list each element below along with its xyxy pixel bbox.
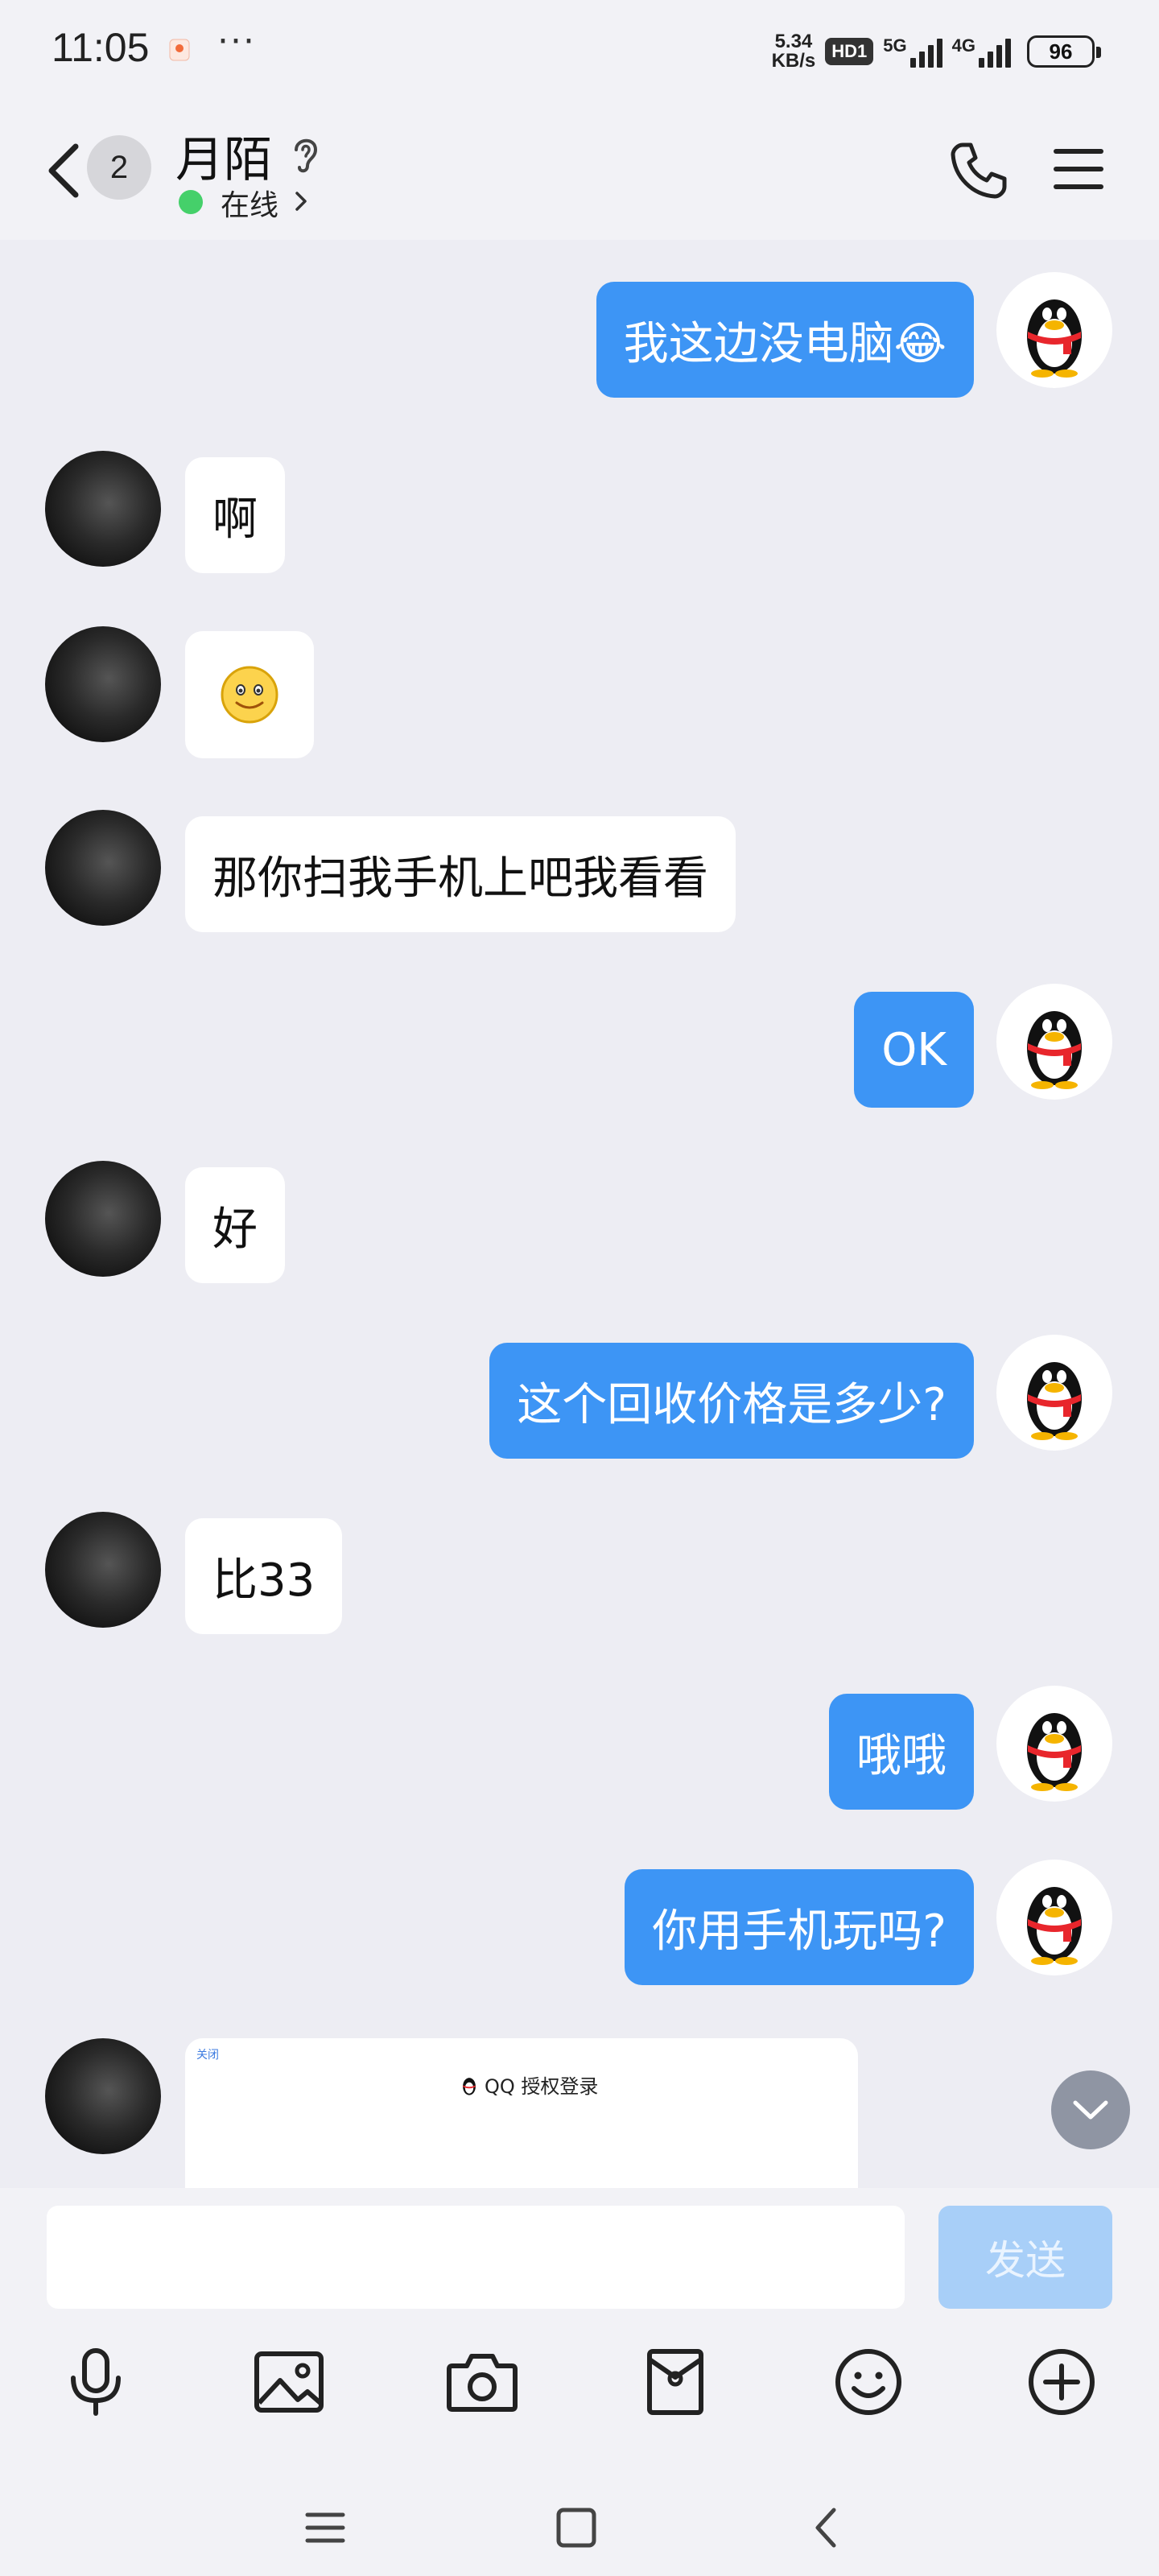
message-bubble-received[interactable]: 啊 [185, 457, 285, 573]
battery-indicator: 96 [1027, 35, 1101, 68]
hd-badge: HD1 [825, 38, 874, 65]
recent-apps-icon[interactable] [301, 2504, 349, 2552]
menu-icon[interactable] [1053, 145, 1104, 193]
signal-sim2: 4G [952, 35, 1011, 68]
contact-avatar[interactable] [45, 626, 161, 742]
contact-avatar[interactable] [45, 810, 161, 926]
home-icon[interactable] [552, 2504, 600, 2552]
my-avatar[interactable] [996, 1860, 1112, 1975]
qq-penguin-icon [1027, 1887, 1082, 1965]
qq-penguin-icon [463, 2077, 476, 2095]
send-button[interactable]: 发送 [938, 2206, 1112, 2309]
smile-emoji-icon [221, 666, 278, 724]
composer-toolbar [0, 2338, 1159, 2458]
contact-avatar[interactable] [45, 2038, 161, 2154]
my-avatar[interactable] [996, 272, 1112, 388]
shared-link-card[interactable]: 关闭 QQ 授权登录 [185, 2038, 858, 2188]
message-bubble-received[interactable]: 那你扫我手机上吧我看看 [185, 816, 736, 932]
message-input[interactable] [47, 2206, 905, 2309]
camera-icon[interactable] [438, 2338, 526, 2426]
signal-bars-icon [979, 35, 1011, 68]
qq-penguin-icon [1027, 1011, 1082, 1089]
contact-name[interactable]: 月陌 [175, 121, 272, 191]
ear-icon[interactable] [288, 132, 324, 177]
qq-penguin-icon [1027, 1713, 1082, 1791]
microphone-icon[interactable] [52, 2338, 140, 2426]
online-status-dot [179, 190, 203, 214]
status-bar: 11:05 ··· 5.34 KB/s HD1 5G 4G 96 [0, 0, 1159, 103]
system-navigation-bar [0, 2476, 1159, 2576]
message-bubble-received[interactable]: 好 [185, 1167, 285, 1283]
message-bubble-sent[interactable]: 我这边没电脑😂 [596, 282, 974, 398]
unread-count-badge[interactable]: 2 [87, 135, 151, 200]
qq-penguin-icon [1027, 1362, 1082, 1440]
my-avatar[interactable] [996, 984, 1112, 1100]
my-avatar[interactable] [996, 1686, 1112, 1802]
signal-sim1: 5G [883, 35, 942, 68]
more-notifications-icon: ··· [217, 21, 256, 62]
chat-header: 2 月陌 在线 [0, 103, 1159, 240]
message-bubble-received[interactable]: 比33 [185, 1518, 343, 1634]
scroll-to-bottom-button[interactable] [1051, 2070, 1130, 2149]
emoji-icon[interactable] [824, 2338, 913, 2426]
back-nav-icon[interactable] [803, 2504, 852, 2552]
red-packet-icon[interactable] [631, 2338, 720, 2426]
message-bubble-sent[interactable]: 你用手机玩吗? [625, 1869, 974, 1985]
message-bubble-received[interactable] [185, 631, 314, 758]
card-title: QQ 授权登录 [459, 2070, 598, 2099]
qq-penguin-icon [1027, 299, 1082, 378]
network-speed: 5.34 KB/s [771, 31, 816, 72]
composer: 发送 [0, 2188, 1159, 2576]
card-close-label[interactable]: 关闭 [196, 2046, 219, 2062]
contact-avatar[interactable] [45, 1161, 161, 1277]
plus-icon[interactable] [1017, 2338, 1106, 2426]
my-avatar[interactable] [996, 1335, 1112, 1451]
message-bubble-sent[interactable]: 哦哦 [829, 1694, 974, 1810]
chevron-down-icon [1073, 2100, 1108, 2120]
signal-bars-icon [909, 35, 942, 68]
chevron-right-icon[interactable] [291, 188, 311, 214]
contact-avatar[interactable] [45, 451, 161, 567]
image-icon[interactable] [245, 2338, 333, 2426]
contact-avatar[interactable] [45, 1512, 161, 1628]
location-icon [169, 39, 190, 61]
message-bubble-sent[interactable]: 这个回收价格是多少? [489, 1343, 974, 1459]
status-time: 11:05 [52, 25, 150, 70]
phone-call-icon[interactable] [948, 140, 1009, 201]
message-bubble-sent[interactable]: OK [854, 992, 974, 1108]
message-list[interactable]: 我这边没电脑😂 啊 那你扫我手机上吧我看看 OK 好 这个回收价格是多少? 比3… [0, 240, 1159, 2188]
online-status[interactable]: 在线 [221, 182, 278, 224]
back-arrow-icon[interactable] [40, 138, 89, 203]
